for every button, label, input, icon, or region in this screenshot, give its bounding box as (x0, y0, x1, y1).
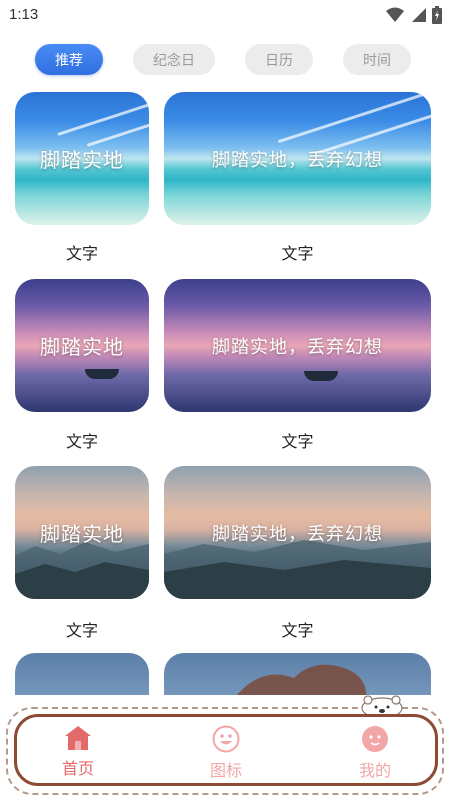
signal-icon (412, 8, 426, 22)
card-small-2[interactable]: 脚踏实地 (15, 279, 149, 412)
card-caption: 文字 (281, 244, 314, 263)
nav-icons-label: 图标 (209, 761, 242, 780)
card-wide-1[interactable]: 脚踏实地，丢弃幻想 (164, 92, 431, 225)
card-text: 脚踏实地 (40, 148, 124, 172)
tab-calendar[interactable]: 日历 (245, 44, 313, 75)
tab-time[interactable]: 时间 (343, 44, 411, 75)
wifi-icon (386, 7, 404, 22)
card-text: 脚踏实地 (40, 522, 124, 546)
nav-home-label: 首页 (61, 759, 94, 778)
card-grid: 脚踏实地 脚踏实地，丢弃幻想 文字 文字 脚踏实地 脚踏实地，丢弃幻想 文字 文… (0, 90, 450, 695)
card-text: 脚踏实地，丢弃幻想 (212, 149, 383, 171)
card-wide-3[interactable]: 脚踏实地，丢弃幻想 (164, 466, 431, 599)
nav-icons[interactable]: 图标 (186, 725, 266, 783)
status-time: 1:13 (9, 6, 39, 23)
hands-heart-shape (236, 664, 367, 695)
smiley-icon (212, 725, 240, 753)
card-text: 脚踏实地 (40, 335, 124, 359)
card-caption: 文字 (65, 621, 98, 640)
battery-icon (432, 6, 442, 24)
nav-profile-label: 我的 (358, 761, 391, 780)
category-tabs: 推荐 纪念日 日历 时间 (0, 44, 450, 76)
card-small-1[interactable]: 脚踏实地 (15, 92, 149, 225)
tab-recommend[interactable]: 推荐 (35, 44, 103, 75)
status-bar: 1:13 (0, 0, 450, 30)
card-caption: 文字 (281, 432, 314, 451)
status-icons (386, 6, 442, 24)
nav-profile[interactable]: 我的 (335, 725, 415, 783)
card-caption: 文字 (281, 621, 314, 640)
card-small-3[interactable]: 脚踏实地 (15, 466, 149, 599)
card-wide-4[interactable] (164, 653, 431, 695)
profile-face-icon (362, 726, 388, 752)
card-text: 脚踏实地，丢弃幻想 (212, 523, 383, 545)
nav-home[interactable]: 首页 (38, 725, 118, 783)
card-caption: 文字 (65, 244, 98, 263)
home-icon (65, 726, 91, 750)
card-wide-2[interactable]: 脚踏实地，丢弃幻想 (164, 279, 431, 412)
card-text: 脚踏实地，丢弃幻想 (212, 336, 383, 358)
card-small-4[interactable] (15, 653, 149, 695)
bottom-nav: 首页 图标 我的 (14, 714, 438, 786)
card-caption: 文字 (65, 432, 98, 451)
tab-anniversary[interactable]: 纪念日 (133, 44, 215, 75)
